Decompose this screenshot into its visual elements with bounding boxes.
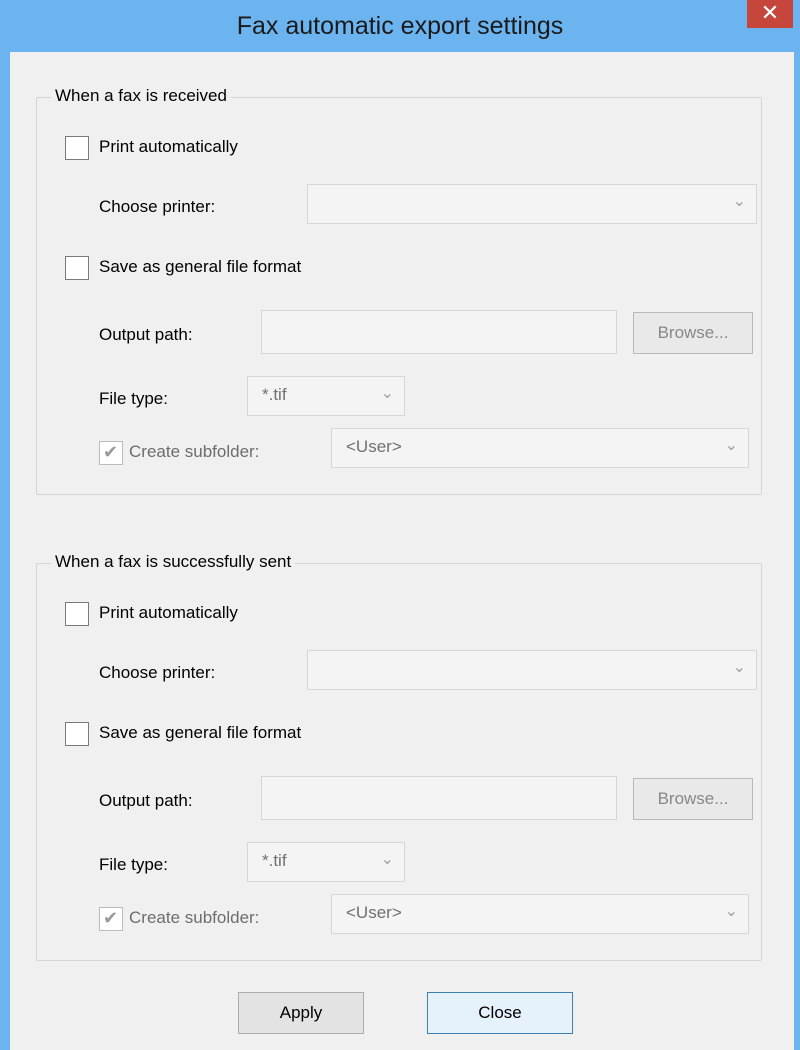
sent-output-path-input[interactable] [261, 776, 617, 820]
received-printer-dropdown[interactable]: ⌄ [307, 184, 757, 224]
sent-save-general-label: Save as general file format [99, 723, 302, 742]
received-save-general-checkbox[interactable] [65, 256, 89, 280]
received-create-subfolder-label: Create subfolder: [129, 442, 260, 461]
sent-file-type-label: File type: [99, 855, 168, 874]
sent-output-path-label: Output path: [99, 791, 193, 810]
chevron-down-icon: ⌄ [724, 435, 738, 454]
chevron-down-icon: ⌄ [380, 849, 394, 868]
received-subfolder-dropdown[interactable]: <User> ⌄ [331, 428, 749, 468]
sent-printer-dropdown[interactable]: ⌄ [307, 650, 757, 690]
received-print-auto-label: Print automatically [99, 137, 238, 156]
checkmark-icon: ✔ [103, 908, 119, 929]
sent-print-auto-label: Print automatically [99, 603, 238, 622]
chevron-down-icon: ⌄ [732, 657, 746, 676]
received-browse-button[interactable]: Browse... [633, 312, 753, 354]
close-button[interactable]: Close [427, 992, 573, 1034]
sent-group: When a fax is successfully sent Print au… [36, 552, 762, 961]
received-create-subfolder-checkbox[interactable]: ✔ [99, 441, 123, 465]
dialog-body: When a fax is received Print automatical… [10, 52, 794, 1050]
sent-choose-printer-label: Choose printer: [99, 663, 216, 682]
sent-create-subfolder-label: Create subfolder: [129, 908, 260, 927]
dialog-window: Fax automatic export settings ✕ When a f… [0, 0, 800, 1050]
chevron-down-icon: ⌄ [380, 383, 394, 402]
received-file-type-label: File type: [99, 389, 168, 408]
received-save-general-label: Save as general file format [99, 257, 302, 276]
chevron-down-icon: ⌄ [732, 191, 746, 210]
chevron-down-icon: ⌄ [724, 901, 738, 920]
received-group: When a fax is received Print automatical… [36, 86, 762, 495]
checkmark-icon: ✔ [103, 442, 119, 463]
received-file-type-value: *.tif [262, 385, 287, 404]
received-output-path-input[interactable] [261, 310, 617, 354]
received-choose-printer-label: Choose printer: [99, 197, 216, 216]
sent-subfolder-value: <User> [346, 903, 402, 922]
sent-file-type-dropdown[interactable]: *.tif ⌄ [247, 842, 405, 882]
sent-browse-button[interactable]: Browse... [633, 778, 753, 820]
received-file-type-dropdown[interactable]: *.tif ⌄ [247, 376, 405, 416]
received-output-path-label: Output path: [99, 325, 193, 344]
sent-save-general-checkbox[interactable] [65, 722, 89, 746]
received-subfolder-value: <User> [346, 437, 402, 456]
sent-print-auto-checkbox[interactable] [65, 602, 89, 626]
sent-create-subfolder-checkbox[interactable]: ✔ [99, 907, 123, 931]
received-group-legend: When a fax is received [51, 86, 231, 106]
close-window-button[interactable]: ✕ [747, 0, 793, 28]
title-bar[interactable]: Fax automatic export settings ✕ [0, 0, 800, 52]
window-title: Fax automatic export settings [236, 12, 564, 40]
sent-file-type-value: *.tif [262, 851, 287, 870]
close-icon: ✕ [760, 1, 780, 26]
received-print-auto-checkbox[interactable] [65, 136, 89, 160]
sent-group-legend: When a fax is successfully sent [51, 552, 296, 572]
apply-button[interactable]: Apply [238, 992, 364, 1034]
sent-subfolder-dropdown[interactable]: <User> ⌄ [331, 894, 749, 934]
